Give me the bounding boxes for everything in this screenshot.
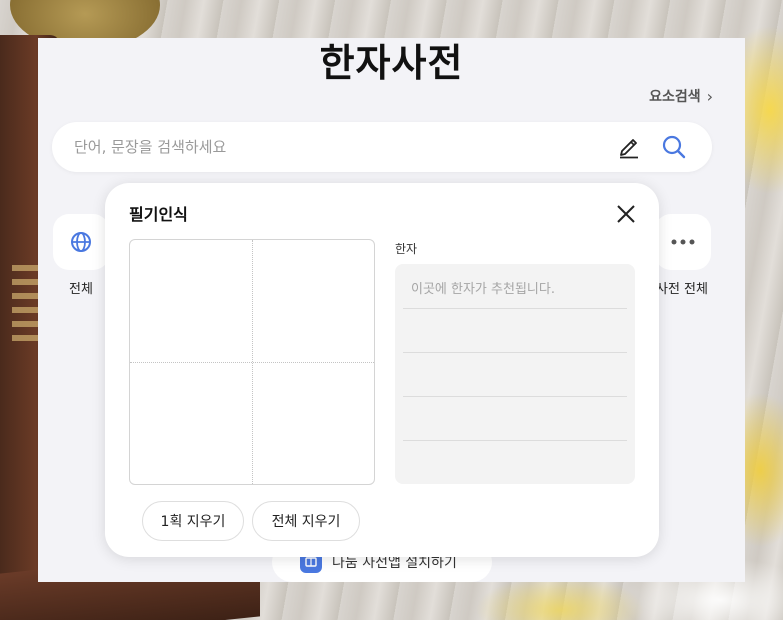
globe-icon — [71, 232, 91, 252]
candidate-divider — [403, 396, 627, 397]
category-more-button[interactable] — [655, 214, 711, 270]
category-more-label: 사전 전체 — [656, 282, 708, 297]
candidate-divider — [403, 440, 627, 441]
result-label: 한자 — [395, 242, 418, 256]
candidate-list: 이곳에 한자가 추천됩니다. — [395, 264, 635, 484]
chevron-right-icon: › — [706, 86, 713, 106]
category-all-button[interactable] — [53, 214, 109, 270]
candidate-placeholder: 이곳에 한자가 추천됩니다. — [411, 282, 555, 297]
handwriting-canvas[interactable] — [129, 239, 375, 485]
clear-all-button[interactable]: 전체 지우기 — [252, 501, 360, 541]
popup-title: 필기인식 — [129, 205, 188, 224]
handwriting-pen-icon[interactable] — [616, 134, 642, 160]
close-icon[interactable] — [613, 201, 639, 227]
candidate-divider — [403, 352, 627, 353]
more-dots-icon — [671, 239, 695, 245]
element-search-link[interactable]: 요소검색 › — [649, 86, 713, 106]
category-all-label: 전체 — [69, 282, 93, 297]
undo-stroke-button[interactable]: 1획 지우기 — [142, 501, 244, 541]
search-icon[interactable] — [660, 133, 688, 161]
element-search-label: 요소검색 — [649, 89, 701, 105]
candidate-divider — [403, 308, 627, 309]
canvas-guide-horizontal — [130, 362, 374, 363]
page-title: 한자사전 — [319, 41, 464, 85]
search-input[interactable] — [74, 134, 594, 160]
handwriting-popup: 필기인식 한자 이곳에 한자가 추천됩니다. 1획 지우기 전체 지우기 — [105, 183, 659, 557]
search-bar — [52, 122, 712, 172]
